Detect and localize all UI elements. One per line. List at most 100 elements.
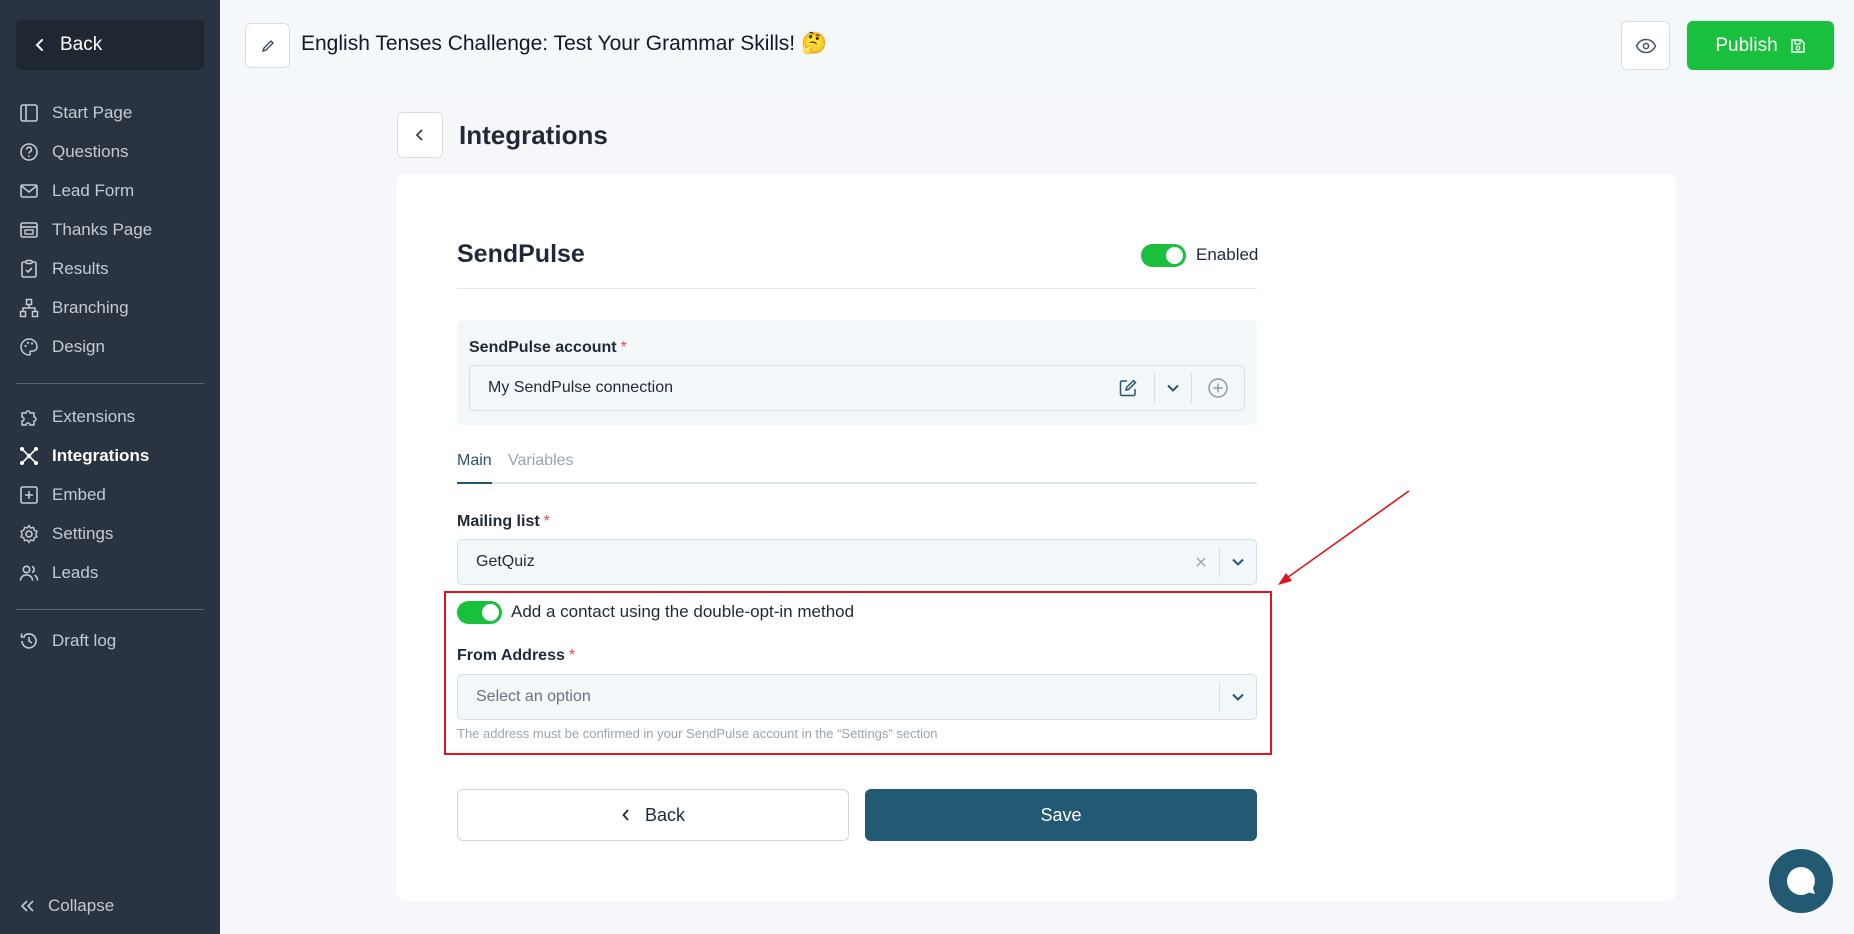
pencil-icon	[261, 39, 274, 52]
edit-account-button[interactable]	[1102, 366, 1154, 410]
gear-icon	[20, 523, 38, 544]
plus-circle-icon	[1208, 378, 1228, 398]
page-title: Integrations	[459, 120, 608, 150]
sidebar-item-label: Embed	[52, 484, 106, 504]
tab-main[interactable]: Main	[457, 452, 492, 470]
account-select[interactable]: My SendPulse connection	[469, 365, 1245, 411]
palette-icon	[20, 337, 38, 356]
from-address-select[interactable]: Select an option	[457, 674, 1257, 720]
double-opt-in-toggle[interactable]	[457, 601, 502, 624]
integration-tabs: Main Variables	[457, 450, 1257, 484]
quiz-title: English Tenses Challenge: Test Your Gram…	[301, 32, 828, 55]
sidebar-item-settings[interactable]: Settings	[0, 514, 220, 553]
sidebar-item-label: Thanks Page	[52, 219, 153, 239]
history-icon	[20, 632, 37, 649]
sidebar-nav-secondary: Extensions Integrations Embed Settings L…	[0, 397, 220, 592]
edit-title-button[interactable]	[245, 23, 290, 68]
account-label: SendPulse account *	[469, 339, 627, 357]
sidebar-nav-primary: Start Page Questions Lead Form Thanks Pa…	[0, 93, 220, 366]
chevron-left-icon	[622, 809, 629, 821]
sidebar-item-thanks-page[interactable]: Thanks Page	[0, 210, 220, 249]
clear-selection-button[interactable]	[1183, 540, 1219, 584]
back-button[interactable]: Back	[457, 789, 849, 841]
chevron-down-icon	[1232, 693, 1244, 701]
sidebar-nav-tertiary: Draft log	[0, 621, 220, 660]
required-mark: *	[543, 513, 550, 530]
integration-icon	[20, 446, 38, 465]
account-value: My SendPulse connection	[488, 379, 673, 396]
sidebar-item-extensions[interactable]: Extensions	[0, 397, 220, 436]
sidebar-item-lead-form[interactable]: Lead Form	[0, 171, 220, 210]
page-icon	[20, 221, 38, 238]
double-chevron-left-icon	[20, 900, 34, 912]
sidebar-item-design[interactable]: Design	[0, 327, 220, 366]
chevron-left-icon	[415, 129, 423, 141]
sidebar-item-branching[interactable]: Branching	[0, 288, 220, 327]
chevron-down-icon	[1167, 384, 1179, 392]
branch-icon	[19, 298, 39, 317]
required-mark: *	[568, 647, 576, 664]
sidebar-item-label: Start Page	[52, 102, 133, 122]
sidebar-divider	[16, 383, 204, 384]
mail-icon	[20, 183, 38, 198]
from-address-label: From Address *	[457, 647, 575, 665]
sidebar-item-questions[interactable]: Questions	[0, 132, 220, 171]
sidebar-item-draft-log[interactable]: Draft log	[0, 621, 220, 660]
clipboard-icon	[21, 259, 37, 278]
tab-variables[interactable]: Variables	[508, 452, 574, 470]
sidebar-divider	[16, 609, 204, 610]
question-icon	[20, 142, 38, 161]
sidebar-item-start-page[interactable]: Start Page	[0, 93, 220, 132]
sidebar-item-results[interactable]: Results	[0, 249, 220, 288]
sidebar: Back Start Page Questions Lead Form Than…	[0, 0, 220, 934]
required-mark: *	[620, 339, 627, 356]
topbar: English Tenses Challenge: Test Your Gram…	[220, 0, 1854, 90]
sidebar-item-label: Design	[52, 336, 105, 356]
mailing-list-dropdown-toggle[interactable]	[1220, 540, 1256, 584]
active-tab-indicator	[457, 482, 492, 484]
save-button[interactable]: Save	[865, 789, 1257, 841]
users-icon	[19, 565, 39, 581]
sidebar-item-label: Extensions	[52, 406, 136, 426]
chat-bubble-icon	[1787, 867, 1815, 895]
sidebar-collapse-button[interactable]: Collapse	[18, 896, 114, 916]
enabled-toggle[interactable]	[1141, 244, 1186, 267]
add-account-button[interactable]	[1192, 366, 1244, 410]
mailing-list-label-text: Mailing list	[457, 513, 540, 530]
annotation-arrow-icon	[1278, 490, 1410, 585]
chat-widget-button[interactable]	[1769, 849, 1833, 913]
save-button-label: Save	[1040, 804, 1082, 825]
puzzle-icon	[21, 409, 37, 426]
publish-label: Publish	[1715, 34, 1778, 56]
section-divider	[457, 288, 1257, 289]
sidebar-item-label: Integrations	[52, 445, 150, 465]
account-label-text: SendPulse account	[469, 339, 617, 356]
sidebar-item-label: Leads	[52, 562, 99, 582]
sidebar-item-integrations[interactable]: Integrations	[0, 436, 220, 475]
layout-icon	[20, 103, 38, 122]
sidebar-item-label: Questions	[52, 141, 129, 161]
sidebar-item-leads[interactable]: Leads	[0, 553, 220, 592]
preview-button[interactable]	[1621, 21, 1670, 70]
mailing-list-select[interactable]: GetQuiz	[457, 539, 1257, 585]
from-address-hint: The address must be confirmed in your Se…	[457, 726, 938, 741]
mailing-list-value: GetQuiz	[476, 553, 535, 570]
close-icon	[1196, 557, 1206, 567]
sidebar-item-embed[interactable]: Embed	[0, 475, 220, 514]
account-dropdown-toggle[interactable]	[1155, 366, 1191, 410]
sidebar-item-label: Results	[52, 258, 109, 278]
sidebar-item-label: Lead Form	[52, 180, 135, 200]
sidebar-back-label: Back	[60, 34, 103, 55]
from-address-label-text: From Address	[457, 647, 565, 664]
integration-name: SendPulse	[457, 240, 585, 268]
chevron-left-icon	[35, 39, 43, 51]
from-address-dropdown-toggle[interactable]	[1220, 675, 1256, 719]
page-back-button[interactable]	[397, 112, 443, 158]
sidebar-back-button[interactable]: Back	[16, 20, 204, 70]
from-address-placeholder: Select an option	[476, 688, 591, 705]
sidebar-item-label: Branching	[52, 297, 129, 317]
publish-button[interactable]: Publish	[1687, 21, 1834, 70]
embed-icon	[20, 485, 38, 504]
collapse-label: Collapse	[48, 896, 115, 915]
edit-icon	[1119, 379, 1137, 397]
